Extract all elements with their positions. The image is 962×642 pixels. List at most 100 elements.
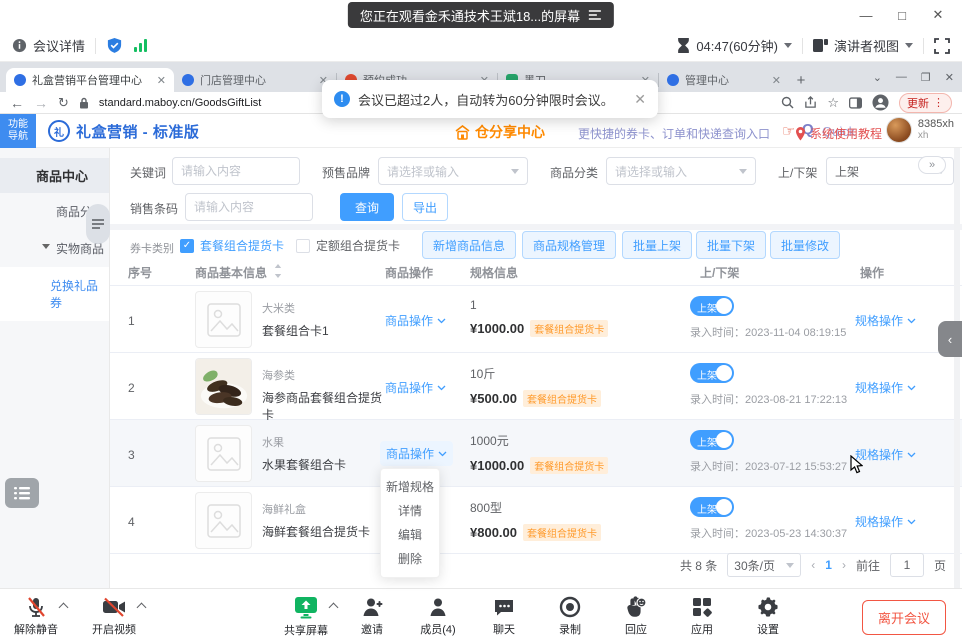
window-maximize-button[interactable]: □ [888, 2, 916, 28]
side-panel-icon[interactable] [849, 97, 862, 109]
forward-icon[interactable]: → [34, 95, 48, 111]
record-time: 录入时间：2023-07-12 15:53:27 [690, 458, 847, 474]
window-close-button[interactable]: ✕ [924, 2, 952, 28]
browser-tab-2[interactable]: 门店管理中心 ✕ [174, 68, 336, 92]
view-mode-label: 演讲者视图 [834, 36, 899, 55]
browser-close-icon[interactable]: ✕ [945, 71, 954, 84]
zoom-icon[interactable] [781, 96, 794, 109]
sort-icon[interactable] [274, 264, 282, 278]
sidebar-item-gift-voucher[interactable]: 兑换礼品券 [0, 267, 109, 321]
page-unit-label: 页 [934, 557, 946, 574]
goods-operation-dropdown-open[interactable]: 商品操作 [380, 441, 453, 466]
window-minimize-button[interactable]: — [852, 2, 880, 28]
lock-icon[interactable] [79, 97, 89, 109]
shelf-toggle[interactable]: 上架 [690, 363, 734, 383]
toast-close-icon[interactable]: ✕ [634, 91, 646, 108]
current-page[interactable]: 1 [825, 558, 832, 572]
banner-menu-icon[interactable] [588, 9, 602, 21]
browser-restore-icon[interactable]: ❐ [921, 71, 931, 84]
goto-page-input[interactable] [890, 553, 924, 577]
reactions-button[interactable]: 回应 [614, 596, 658, 638]
checkbox-combo-card[interactable]: ✓ 套餐组合提货卡 [180, 237, 284, 254]
keyword-input[interactable] [172, 157, 300, 185]
fullscreen-icon[interactable] [934, 38, 950, 54]
mic-options-caret[interactable] [59, 603, 69, 613]
share-screen-button[interactable]: 共享屏幕 [284, 596, 328, 638]
url-text[interactable]: standard.maboy.cn/GoodsGiftList [99, 97, 261, 109]
back-icon[interactable]: ← [10, 95, 24, 111]
apps-button[interactable]: 应用 [680, 596, 724, 638]
profile-avatar-icon[interactable] [872, 94, 889, 111]
browser-tab-1[interactable]: 礼盒营销平台管理中心 ✕ [6, 68, 174, 92]
chat-button[interactable]: 聊天 [482, 596, 526, 638]
tab-title: 礼盒营销平台管理中心 [32, 72, 151, 88]
brand-select[interactable]: 请选择或输入 [378, 157, 528, 185]
checkbox-fixed-card[interactable]: 定额组合提货卡 [296, 237, 400, 254]
members-button[interactable]: 成员(4) [416, 596, 460, 638]
meeting-details[interactable]: 会议详情 [12, 36, 85, 55]
search-button[interactable]: 查询 [340, 193, 394, 221]
col-no: 序号 [128, 264, 152, 281]
spec-operation-dropdown[interactable]: 规格操作 [855, 312, 916, 329]
network-signal-icon[interactable] [133, 39, 149, 53]
shelf-toggle[interactable]: 上架 [690, 430, 734, 450]
add-goods-button[interactable]: 新增商品信息 [422, 231, 516, 259]
meeting-timer[interactable]: 04:47(60分钟) [677, 36, 792, 55]
share-options-caret[interactable] [329, 603, 339, 613]
spec-operation-dropdown[interactable]: 规格操作 [855, 446, 916, 463]
next-page-button[interactable]: › [842, 558, 846, 572]
share-icon[interactable] [804, 96, 817, 109]
tab-search-chevron-icon[interactable]: ⌄ [873, 71, 882, 84]
floating-list-button[interactable] [5, 478, 39, 508]
leave-meeting-button[interactable]: 离开会议 [862, 600, 946, 635]
view-mode-selector[interactable]: 演讲者视图 [813, 36, 913, 55]
tab-close-icon[interactable]: ✕ [772, 74, 781, 87]
browser-update-chip[interactable]: 更新 ⋮ [899, 93, 952, 113]
video-options-caret[interactable] [137, 603, 147, 613]
browser-minimize-icon[interactable]: — [896, 71, 907, 83]
spec-operation-dropdown[interactable]: 规格操作 [855, 513, 916, 530]
bookmark-star-icon[interactable]: ☆ [827, 95, 839, 111]
product-category: 水果 [262, 434, 382, 450]
goods-operation-dropdown[interactable]: 商品操作 [385, 312, 446, 329]
invite-button[interactable]: 邀请 [350, 596, 394, 638]
nav-toggle-button[interactable]: 功能 导航 [0, 114, 36, 148]
sidebar-section-goods-center[interactable]: 商品中心 [0, 158, 109, 193]
expand-filters-button[interactable]: » [918, 156, 946, 174]
page-size-select[interactable]: 30条/页 [727, 553, 801, 577]
goods-operation-dropdown[interactable]: 商品操作 [385, 379, 446, 396]
right-panel-handle[interactable]: ‹ [938, 321, 962, 357]
record-button[interactable]: 录制 [548, 596, 592, 638]
batch-on-shelf-button[interactable]: 批量上架 [622, 231, 692, 259]
spec-operation-dropdown[interactable]: 规格操作 [855, 379, 916, 396]
shelf-toggle[interactable]: 上架 [690, 497, 734, 517]
menu-item-edit[interactable]: 编辑 [381, 523, 439, 547]
new-tab-button[interactable]: + [789, 68, 813, 92]
spec-manage-button[interactable]: 商品规格管理 [522, 231, 616, 259]
menu-item-add-spec[interactable]: 新增规格 [381, 475, 439, 499]
barcode-input[interactable] [185, 193, 313, 221]
category-select[interactable]: 请选择或输入 [606, 157, 756, 185]
settings-button[interactable]: 设置 [746, 596, 790, 638]
prev-page-button[interactable]: ‹ [811, 558, 815, 572]
brand[interactable]: 礼 礼盒营销 - 标准版 [48, 120, 199, 142]
scrollbar[interactable] [954, 148, 960, 588]
tutorial-link[interactable]: 系统使用教程 [795, 125, 882, 142]
user-account[interactable]: 8385xh xh [886, 117, 954, 143]
shelf-toggle[interactable]: 上架 [690, 296, 734, 316]
apps-grid-icon [691, 596, 713, 618]
export-button[interactable]: 导出 [402, 193, 448, 221]
menu-item-delete[interactable]: 删除 [381, 547, 439, 571]
start-video-button[interactable]: 开启视频 [92, 596, 136, 637]
batch-off-shelf-button[interactable]: 批量下架 [696, 231, 766, 259]
security-shield-icon[interactable] [106, 37, 123, 54]
menu-item-detail[interactable]: 详情 [381, 499, 439, 523]
tab-close-icon[interactable]: ✕ [157, 74, 166, 87]
browser-tab-5[interactable]: 管理中心 ✕ [659, 68, 789, 92]
pagination: 共 8 条 30条/页 ‹ 1 › 前往 页 [110, 550, 946, 580]
sidebar-collapse-handle[interactable] [86, 204, 110, 244]
share-center-link[interactable]: 仓分享中心 [455, 122, 545, 142]
reload-icon[interactable]: ↻ [58, 95, 69, 111]
batch-edit-button[interactable]: 批量修改 [770, 231, 840, 259]
unmute-button[interactable]: 解除静音 [14, 596, 58, 637]
